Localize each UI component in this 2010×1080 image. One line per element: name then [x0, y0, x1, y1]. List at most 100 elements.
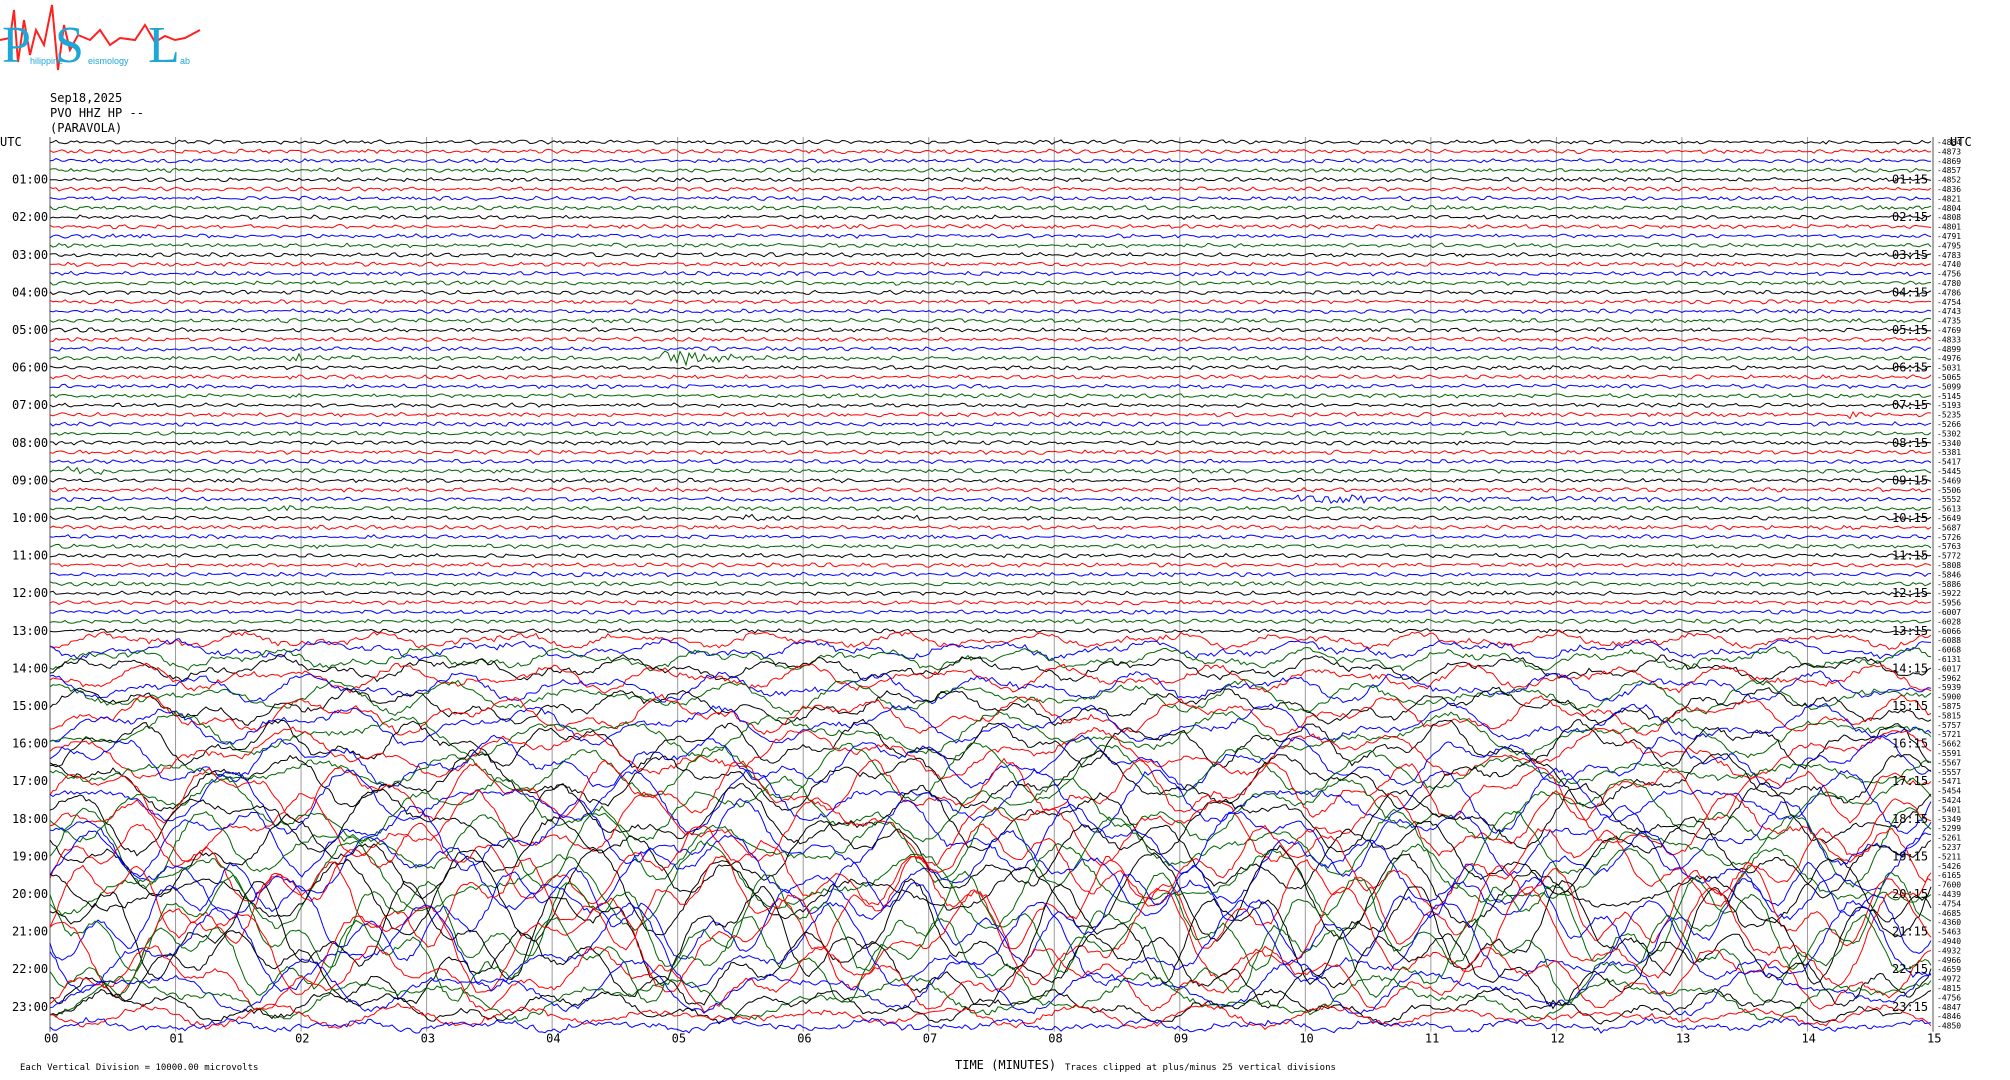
right-hour-label: 04:15 [1892, 285, 1928, 299]
trace-offset-label: -5763 [1937, 542, 1961, 551]
trace-offset-label: -5237 [1937, 843, 1961, 852]
trace-line [49, 261, 1932, 267]
trace-line [49, 477, 1932, 484]
trace-offset-label: -4754 [1937, 899, 1961, 908]
trace-offset-label: -5900 [1937, 693, 1961, 702]
right-hour-label: 20:15 [1892, 887, 1928, 901]
trace-offset-label: -5687 [1937, 523, 1961, 532]
left-hour-label: 06:00 [12, 361, 48, 375]
trace-offset-label: -5349 [1937, 815, 1961, 824]
trace-offset-label: -5235 [1937, 411, 1961, 420]
trace-offset-label: -4899 [1937, 345, 1961, 354]
trace-offset-label: -6068 [1937, 646, 1961, 655]
trace-line [49, 270, 1932, 277]
trace-offset-label: -4852 [1937, 176, 1961, 185]
x-tick-label: 03 [421, 1032, 435, 1046]
trace-offset-label: -4795 [1937, 241, 1961, 250]
trace-line [49, 176, 1932, 183]
trace-line [49, 1016, 1932, 1034]
x-tick-label: 09 [1174, 1032, 1188, 1046]
trace-offset-label: -4857 [1937, 166, 1961, 175]
trace-offset-label: -5939 [1937, 683, 1961, 692]
trace-offset-label: -6165 [1937, 871, 1961, 880]
trace-offset-label: -4976 [1937, 354, 1961, 363]
trace-line [49, 458, 1932, 465]
right-hour-label: 06:15 [1892, 361, 1928, 375]
x-tick-label: 14 [1801, 1032, 1815, 1046]
footer-left-note: Each Vertical Division = 10000.00 microv… [20, 1063, 258, 1073]
trace-line [49, 599, 1932, 606]
trace-offset-label: -5557 [1937, 768, 1961, 777]
right-hour-label: 02:15 [1892, 210, 1928, 224]
left-hour-label: 07:00 [12, 398, 48, 412]
trace-line [49, 609, 1932, 615]
trace-line [49, 252, 1932, 258]
right-hour-label: 08:15 [1892, 436, 1928, 450]
trace-offset-label: -5662 [1937, 740, 1961, 749]
trace-offset-label: -4685 [1937, 909, 1961, 918]
trace-offset-label: -5031 [1937, 364, 1961, 373]
trace-offset-label: -5417 [1937, 458, 1961, 467]
left-hour-label: 20:00 [12, 887, 48, 901]
trace-offset-label: -5962 [1937, 674, 1961, 683]
trace-offset-label: -4769 [1937, 326, 1961, 335]
left-hour-label: 23:00 [12, 1000, 48, 1014]
footer-right-note: Traces clipped at plus/minus 25 vertical… [1065, 1063, 1336, 1073]
trace-line [49, 581, 1932, 587]
trace-offset-label: -5956 [1937, 599, 1961, 608]
trace-offset-label: -5552 [1937, 495, 1961, 504]
trace-line [49, 878, 1932, 986]
trace-offset-label: -4846 [1937, 1012, 1961, 1021]
left-hour-label: 19:00 [12, 849, 48, 863]
x-tick-label: 13 [1676, 1032, 1690, 1046]
trace-offset-label: -5401 [1937, 805, 1961, 814]
trace-line [49, 336, 1932, 343]
x-tick-label: 00 [44, 1032, 58, 1046]
trace-line [49, 627, 1932, 634]
trace-offset-label: -4815 [1937, 984, 1961, 993]
trace-offset-label: -5726 [1937, 533, 1961, 542]
x-tick-label: 04 [546, 1032, 560, 1046]
right-hour-label: 09:15 [1892, 473, 1928, 487]
trace-offset-label: -5099 [1937, 382, 1961, 391]
trace-offset-label: -4836 [1937, 185, 1961, 194]
trace-line [49, 402, 1932, 409]
trace-offset-label: -4940 [1937, 937, 1961, 946]
trace-offset-label: -6088 [1937, 636, 1961, 645]
left-hour-label: 17:00 [12, 774, 48, 788]
trace-line [49, 308, 1932, 315]
x-tick-label: 12 [1550, 1032, 1564, 1046]
trace-offset-label: -5145 [1937, 392, 1961, 401]
trace-offset-label: -4932 [1937, 946, 1961, 955]
trace-line [49, 487, 1932, 493]
trace-line [49, 590, 1932, 597]
right-hour-label: 15:15 [1892, 699, 1928, 713]
left-hour-label: 21:00 [12, 925, 48, 939]
trace-offset-label: -4850 [1937, 1022, 1961, 1031]
right-hour-label: 23:15 [1892, 1000, 1928, 1014]
trace-line [49, 430, 1932, 437]
trace-offset-label: -4869 [1937, 157, 1961, 166]
trace-offset-label: -5340 [1937, 439, 1961, 448]
trace-line [49, 552, 1932, 559]
trace-offset-label: -4756 [1937, 993, 1961, 1002]
trace-offset-label: -4833 [1937, 335, 1961, 344]
trace-line [49, 345, 1932, 352]
trace-offset-label: -4786 [1937, 288, 1961, 297]
trace-offset-label: -5721 [1937, 730, 1961, 739]
right-hour-label: 14:15 [1892, 661, 1928, 675]
trace-offset-label: -6028 [1937, 617, 1961, 626]
trace-offset-label: -5567 [1937, 758, 1961, 767]
right-hour-label: 13:15 [1892, 624, 1928, 638]
left-hour-label: 11:00 [12, 549, 48, 563]
left-hour-label: 13:00 [12, 624, 48, 638]
trace-line [49, 449, 1932, 456]
left-axis-label: UTC [0, 135, 22, 149]
trace-offset-label: -5381 [1937, 448, 1961, 457]
trace-offset-label: -5261 [1937, 834, 1961, 843]
seismic-traces [49, 139, 1932, 1034]
trace-line [49, 167, 1932, 173]
right-hour-label: 19:15 [1892, 849, 1928, 863]
trace-line [49, 317, 1932, 324]
trace-offset-label: -6066 [1937, 627, 1961, 636]
